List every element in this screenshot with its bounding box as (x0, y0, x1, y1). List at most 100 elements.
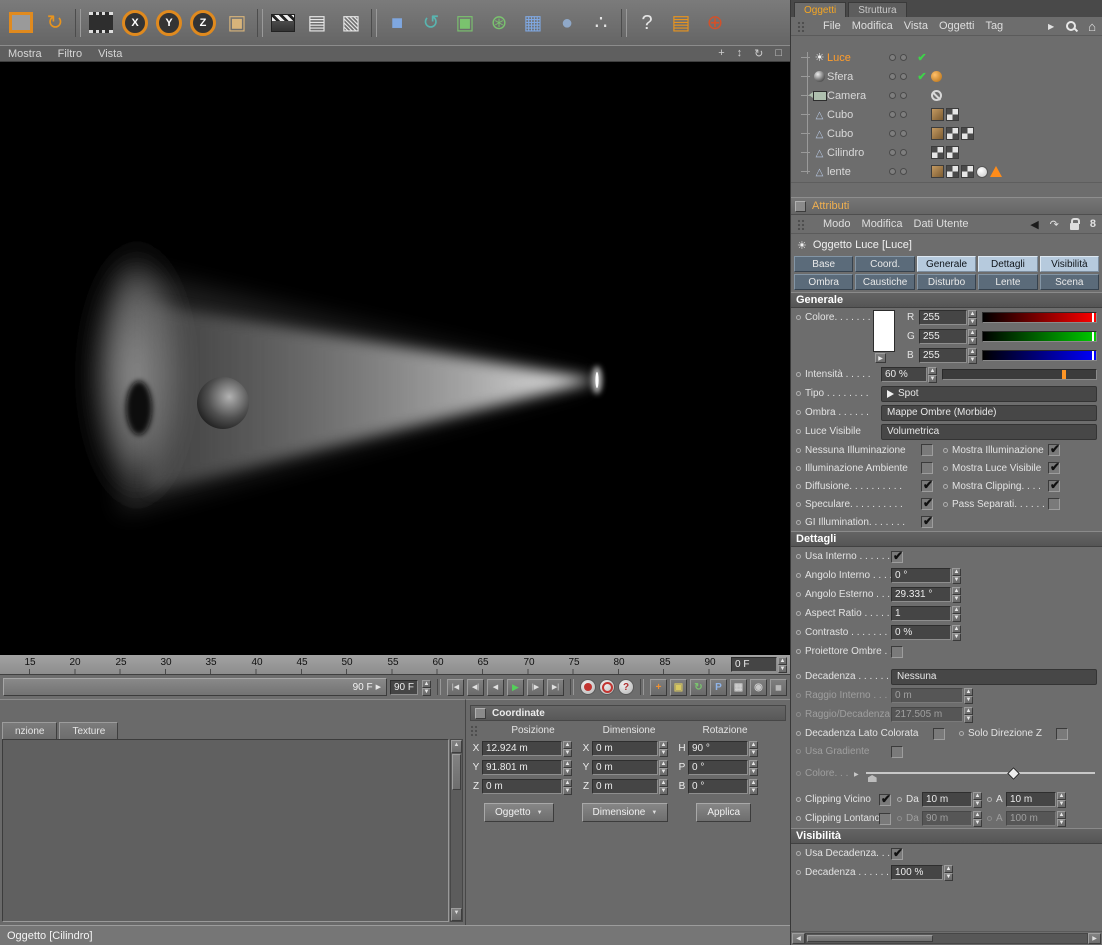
texture-tag[interactable] (946, 165, 959, 178)
rotation-b-spinner[interactable] (749, 779, 758, 794)
viewport-3d[interactable] (0, 62, 790, 655)
texture-tag[interactable] (961, 165, 974, 178)
color-g-field[interactable]: 255 (919, 329, 967, 344)
angolo-esterno-spinner[interactable] (952, 587, 961, 602)
applica-button[interactable]: Applica (696, 803, 751, 822)
position-y-field[interactable]: 91.801 m (482, 760, 562, 775)
scroll-right-icon[interactable]: ▶ (1088, 933, 1101, 944)
anim-dot[interactable] (796, 391, 801, 396)
vis-decadenza-field[interactable]: 100 % (891, 865, 943, 880)
aspect-ratio-spinner[interactable] (952, 606, 961, 621)
key-options-button[interactable]: ? (618, 679, 634, 695)
prev-frame-button[interactable]: ◀ (487, 679, 504, 696)
type-dropdown[interactable]: Spot (881, 386, 1097, 402)
add-deformer-button[interactable]: ⊛ (482, 5, 516, 41)
scroll-up-icon[interactable]: ▲ (451, 740, 462, 753)
next-key-button[interactable]: |▶ (527, 679, 544, 696)
current-frame-spinner[interactable] (778, 657, 787, 672)
record-keyframe-button[interactable] (580, 679, 596, 695)
coordinate-system-button[interactable]: ▣ (220, 5, 254, 41)
position-z-spinner[interactable] (563, 779, 572, 794)
anim-dot[interactable] (796, 592, 801, 597)
usa-gradiente-checkbox[interactable] (891, 746, 903, 758)
gradient-control[interactable] (866, 764, 1097, 782)
visibility-dots[interactable] (889, 168, 913, 175)
forbid-icon[interactable] (931, 90, 942, 101)
slider-handle[interactable] (1062, 370, 1066, 379)
clipping-vicino-checkbox[interactable] (879, 794, 891, 806)
anim-dot[interactable] (796, 797, 801, 802)
position-x-spinner[interactable] (563, 741, 572, 756)
film-edit-icon[interactable] (84, 5, 118, 41)
gi-illumination-checkbox[interactable] (921, 516, 933, 528)
clipping-vicino-a-field[interactable]: 10 m (1006, 792, 1056, 807)
menu-modifica[interactable]: Modifica (852, 20, 893, 32)
anim-dot[interactable] (943, 484, 948, 489)
menu-mostra[interactable]: Mostra (8, 48, 42, 60)
intensity-field[interactable]: 60 % (881, 367, 927, 382)
anim-dot[interactable] (796, 315, 801, 320)
render-view-button[interactable] (266, 5, 300, 41)
lock-toggle[interactable]: ◼ (770, 679, 787, 696)
visibility-dots[interactable] (889, 73, 913, 80)
rotation-h-field[interactable]: 90 ° (688, 741, 748, 756)
anim-dot[interactable] (796, 851, 801, 856)
tab-ombra[interactable]: Ombra (794, 274, 853, 290)
record-pla-toggle[interactable]: ▦ (730, 679, 747, 696)
menu-oggetti[interactable]: Oggetti (939, 20, 974, 32)
link-icon[interactable]: 8 (1090, 218, 1096, 230)
section-visibilita[interactable]: Visibilità (791, 828, 1102, 844)
material-tag[interactable] (931, 108, 944, 121)
goto-end-button[interactable]: ▶| (547, 679, 564, 696)
visibility-dots[interactable] (889, 111, 913, 118)
color-b-spinner[interactable] (968, 348, 977, 363)
anim-dot[interactable] (796, 448, 801, 453)
material-tag[interactable] (931, 165, 944, 178)
object-row-cilindro[interactable]: Cilindro (791, 143, 1102, 162)
goto-start-button[interactable]: |◀ (447, 679, 464, 696)
usa-decadenza-checkbox[interactable] (891, 848, 903, 860)
texture-tag[interactable] (946, 146, 959, 159)
anim-dot[interactable] (796, 410, 801, 415)
visibility-dots[interactable] (889, 54, 913, 61)
diffusione-checkbox[interactable] (921, 480, 933, 492)
dimension-z-field[interactable]: 0 m (592, 779, 658, 794)
menu-tag[interactable]: Tag (985, 20, 1003, 32)
autokey-button[interactable] (599, 679, 615, 695)
decadenza-lato-checkbox[interactable] (933, 728, 945, 740)
grip-icon[interactable] (797, 21, 806, 32)
phong-tag[interactable] (976, 166, 988, 178)
section-generale[interactable]: Generale (791, 292, 1102, 308)
mostra-luce-visibile-checkbox[interactable] (1048, 462, 1060, 474)
anim-dot[interactable] (796, 870, 801, 875)
lock-z-button[interactable]: Z (186, 5, 220, 41)
tab-dettagli[interactable]: Dettagli (978, 256, 1037, 272)
add-ffd-button[interactable]: ▦ (516, 5, 550, 41)
dimension-x-spinner[interactable] (659, 741, 668, 756)
section-dettagli[interactable]: Dettagli (791, 531, 1102, 547)
color-b-field[interactable]: 255 (919, 348, 967, 363)
anim-dot[interactable] (796, 520, 801, 525)
pan-icon[interactable]: + (718, 47, 724, 60)
display-tag[interactable] (990, 166, 1002, 177)
angolo-interno-field[interactable]: 0 ° (891, 568, 951, 583)
scroll-left-icon[interactable]: ◀ (792, 933, 805, 944)
render-settings-button[interactable]: ▧ (334, 5, 368, 41)
point-tag[interactable] (931, 71, 942, 82)
anim-dot[interactable] (796, 484, 801, 489)
menu-modo[interactable]: Modo (823, 218, 851, 230)
web-button[interactable]: ⊕ (698, 5, 732, 41)
menu-modifica[interactable]: Modifica (862, 218, 903, 230)
dimension-y-spinner[interactable] (659, 760, 668, 775)
tab-visibilita[interactable]: Visibilità (1040, 256, 1099, 272)
anim-dot[interactable] (796, 466, 801, 471)
contrasto-spinner[interactable] (952, 625, 961, 640)
color-r-field[interactable]: 255 (919, 310, 967, 325)
tab-struttura[interactable]: Struttura (848, 2, 906, 17)
anim-dot[interactable] (796, 611, 801, 616)
visibility-dots[interactable] (889, 130, 913, 137)
play-button[interactable]: ▶ (507, 679, 524, 696)
attributes-scrollbar[interactable]: ◀ ▶ (791, 931, 1102, 945)
scrollbar-thumb[interactable] (452, 754, 461, 790)
texture-tag[interactable] (961, 127, 974, 140)
